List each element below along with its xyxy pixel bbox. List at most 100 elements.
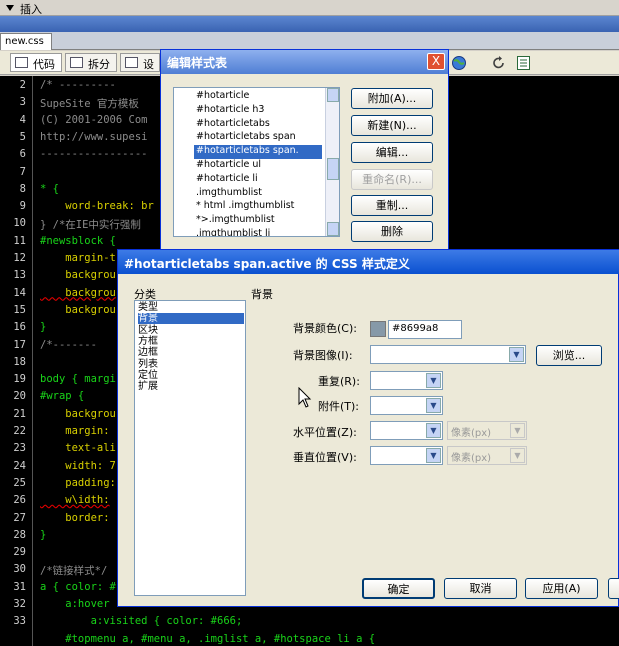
rule-list-item[interactable]: #hotarticle	[194, 90, 322, 104]
code-line: /* ---------	[40, 79, 116, 91]
line-number: 19	[13, 373, 26, 386]
edit-stylesheet-dialog: 编辑样式表 X #hotarticle #hotarticle h3 #hotart…	[160, 49, 449, 263]
code-line: }	[40, 321, 47, 334]
rule-list-item[interactable]: #hotarticletabs span.	[194, 145, 322, 160]
delete-button[interactable]: 删除	[351, 221, 433, 242]
code-view-button[interactable]: 代码	[10, 53, 62, 72]
line-number: 29	[13, 546, 26, 559]
scroll-thumb[interactable]	[327, 158, 339, 180]
design-view-icon	[125, 57, 138, 68]
category-item[interactable]: 方框	[138, 336, 244, 347]
mouse-cursor-icon	[298, 387, 312, 408]
code-line: }	[40, 528, 47, 541]
chevron-down-icon[interactable]: ▼	[509, 347, 524, 362]
category-item[interactable]: 背景	[138, 313, 244, 325]
code-line: border:	[40, 511, 116, 524]
scroll-up-icon[interactable]	[327, 88, 339, 102]
collapse-triangle-icon[interactable]	[6, 5, 14, 11]
rename-button[interactable]: 重命名(R)...	[351, 169, 433, 190]
category-item[interactable]: 扩展	[138, 381, 244, 392]
hpos-unit-value: 像素(px)	[451, 428, 492, 439]
split-view-button[interactable]: 拆分	[65, 53, 117, 72]
chevron-down-icon[interactable]: ▼	[510, 423, 525, 438]
line-number: 17	[13, 338, 26, 351]
line-number: 25	[13, 476, 26, 489]
scroll-down-icon[interactable]	[327, 222, 339, 236]
rule-list-item[interactable]: #hotarticle ul	[194, 159, 322, 173]
rule-list-item[interactable]: .imgthumblist	[194, 187, 322, 201]
design-view-button[interactable]: 设	[120, 53, 160, 72]
line-number: 5	[19, 130, 26, 143]
line-number: 2	[19, 79, 26, 91]
line-number: 27	[13, 511, 26, 524]
chevron-down-icon[interactable]: ▼	[426, 398, 441, 413]
bg-image-combo[interactable]: ▼	[370, 345, 526, 364]
line-number: 4	[19, 113, 26, 126]
category-item[interactable]: 类型	[138, 302, 244, 313]
rule-list-item[interactable]: #hotarticletabs span	[194, 131, 322, 145]
bg-color-input[interactable]: #8699a8	[388, 320, 462, 339]
code-line: text-ali	[40, 442, 116, 455]
line-number: 7	[19, 165, 26, 178]
line-number: 13	[13, 269, 26, 282]
category-list[interactable]: 类型 背景 区块 方框 边框 列表 定位 扩展	[134, 300, 246, 596]
repeat-select[interactable]: ▼	[370, 371, 443, 390]
hpos-select[interactable]: ▼	[370, 421, 443, 440]
line-number: 10	[13, 217, 26, 230]
code-line: backgrou	[40, 269, 116, 282]
view-options-icon[interactable]	[516, 55, 532, 71]
rule-list-item[interactable]: *>.imgthumblist	[194, 214, 322, 228]
category-item[interactable]: 列表	[138, 359, 244, 370]
line-number: 21	[13, 407, 26, 420]
line-number: 14	[13, 286, 26, 299]
help-button[interactable]	[608, 578, 619, 599]
vpos-select[interactable]: ▼	[370, 446, 443, 465]
bg-color-label: 背景颜色(C):	[293, 322, 357, 335]
rule-list-item[interactable]: #hotarticle h3	[194, 104, 322, 118]
line-number: 3	[19, 96, 26, 109]
line-number-gutter: 2 3 4 5 6 7 8 9 10 11 12 13 14 15 16 17 18 19 20 21 22 23 24 25…	[0, 76, 33, 646]
edit-button[interactable]: 编辑...	[351, 142, 433, 163]
vpos-unit-select[interactable]: 像素(px) ▼	[447, 446, 527, 465]
code-line: a:hover	[40, 598, 110, 610]
rule-list-item[interactable]: * html .imgthumblist	[194, 200, 322, 214]
vpos-unit-value: 像素(px)	[451, 453, 492, 464]
code-line: #topmenu a, #menu a, .imglist a, #hotspa…	[40, 632, 376, 645]
code-line: /*-------	[40, 338, 97, 351]
chevron-down-icon[interactable]: ▼	[426, 373, 441, 388]
tab-new-css[interactable]: new.css	[0, 33, 52, 50]
line-number: 12	[13, 252, 26, 264]
preview-globe-icon[interactable]	[451, 55, 467, 71]
cancel-button[interactable]: 取消	[444, 578, 517, 599]
design-view-label: 设	[143, 58, 154, 71]
refresh-icon[interactable]	[491, 55, 507, 71]
line-number: 31	[13, 580, 26, 593]
category-item[interactable]: 区块	[138, 325, 244, 336]
rule-list-item[interactable]: .imgthumblist li	[194, 228, 322, 236]
rule-list-item[interactable]: #hotarticletabs	[194, 118, 322, 132]
hpos-unit-select[interactable]: 像素(px) ▼	[447, 421, 527, 440]
ok-button[interactable]: 确定	[362, 578, 435, 599]
apply-button[interactable]: 应用(A)	[525, 578, 598, 599]
chevron-down-icon[interactable]: ▼	[426, 448, 441, 463]
bg-color-swatch[interactable]	[370, 321, 386, 337]
line-number: 22	[13, 425, 26, 437]
browse-button[interactable]: 浏览...	[536, 345, 602, 366]
category-item[interactable]: 边框	[138, 347, 244, 358]
rule-list-scrollbar[interactable]	[325, 88, 339, 236]
attachment-select[interactable]: ▼	[370, 396, 443, 415]
attach-button[interactable]: 附加(A)...	[351, 88, 433, 109]
category-item[interactable]: 定位	[138, 370, 244, 381]
css-rule-dialog-title: #hotarticletabs span.active 的 CSS 样式定义	[118, 250, 619, 274]
insert-panel-header[interactable]: 插入	[0, 0, 619, 16]
document-tab-bar: new.css	[0, 32, 619, 50]
close-icon[interactable]: X	[427, 53, 445, 70]
chevron-down-icon[interactable]: ▼	[510, 448, 525, 463]
chevron-down-icon[interactable]: ▼	[426, 423, 441, 438]
duplicate-button[interactable]: 重制...	[351, 195, 433, 216]
rule-list-item[interactable]: #hotarticle li	[194, 173, 322, 187]
code-line: #wrap {	[40, 390, 85, 403]
code-line: SupeSite 官方模板	[40, 98, 139, 111]
new-button[interactable]: 新建(N)...	[351, 115, 433, 136]
stylesheet-rule-list[interactable]: #hotarticle #hotarticle h3 #hotarticletabs…	[173, 87, 340, 237]
